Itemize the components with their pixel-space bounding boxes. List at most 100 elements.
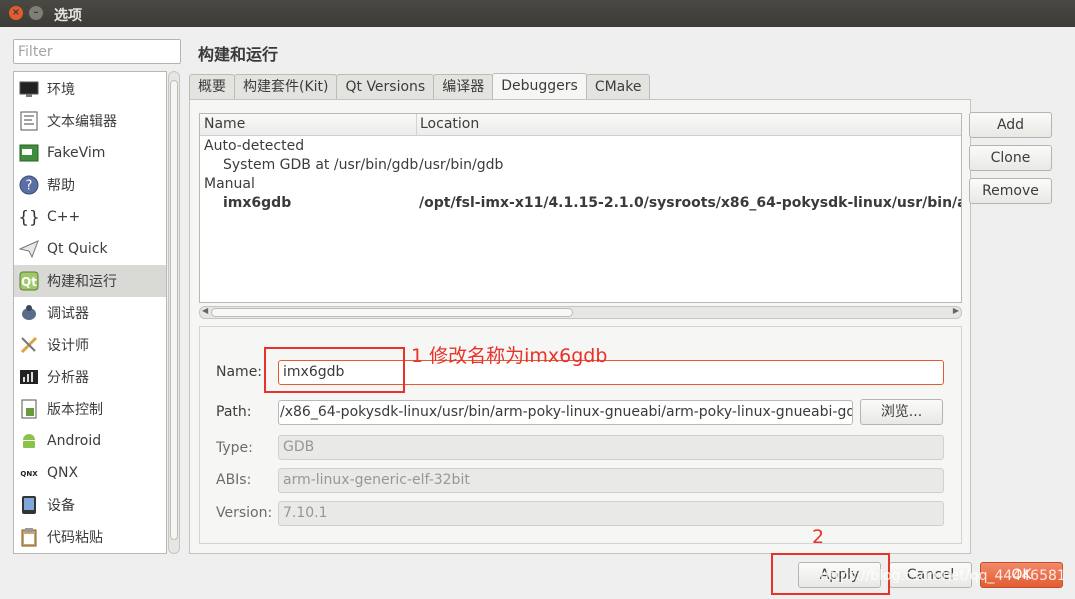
tab-bar: 概要 构建套件(Kit) Qt Versions 编译器 Debuggers C… [189,73,651,100]
row-name: imx6gdb [223,195,292,211]
android-icon [18,430,40,452]
help-icon: ? [18,174,40,196]
title-bar: × – 选项 [0,0,1075,27]
sidebar-item-version-control[interactable]: 版本控制 [14,393,166,425]
fakevim-icon [18,142,40,164]
version-control-icon [18,398,40,420]
sidebar-item-text-editor[interactable]: 文本编辑器 [14,105,166,137]
row-location: /usr/bin/gdb [419,157,504,173]
annotation-box-name [264,347,405,393]
designer-icon [18,334,40,356]
sidebar-item-code-paste[interactable]: 代码粘贴 [14,521,166,553]
tab-debuggers[interactable]: Debuggers [492,73,587,100]
sidebar-item-environment[interactable]: 环境 [14,73,166,105]
scrollbar-thumb[interactable] [211,308,573,317]
text-editor-icon [18,110,40,132]
type-label: Type: [216,440,253,456]
clone-button[interactable]: Clone [969,145,1052,171]
debugger-icon [18,302,40,324]
sidebar-item-label: 帮助 [47,178,75,194]
sidebar-item-label: 环境 [47,82,75,98]
sidebar-item-label: Android [47,433,102,449]
sidebar-item-android[interactable]: Android [14,425,166,457]
build-run-icon: Qt [18,270,40,292]
scroll-left-icon[interactable]: ◀ [202,306,208,315]
row-name: Auto-detected [204,138,305,154]
sidebar-item-devices[interactable]: 设备 [14,489,166,521]
column-header-location[interactable]: Location [420,116,479,132]
sidebar-item-fakevim[interactable]: FakeVim [14,137,166,169]
sidebar-item-qt-quick[interactable]: Qt Quick [14,233,166,265]
svg-text:{}: {} [19,208,39,227]
sidebar-item-qnx[interactable]: QNX QNX [14,457,166,489]
sidebar-item-label: QNX [47,465,79,481]
sidebar-item-label: Qt Quick [47,241,108,257]
monitor-icon [18,78,40,100]
sidebar-item-label: 文本编辑器 [47,114,117,130]
table-row[interactable]: System GDB at /usr/bin/gdb /usr/bin/gdb [200,157,961,176]
tab-overview[interactable]: 概要 [189,74,235,100]
row-name: System GDB at /usr/bin/gdb [223,157,419,173]
scroll-right-icon[interactable]: ▶ [953,306,959,315]
sidebar-item-label: 代码粘贴 [47,530,103,546]
remove-button[interactable]: Remove [969,178,1052,204]
type-field: GDB [278,435,944,460]
sidebar-item-label: 设计师 [47,338,89,354]
tab-cmake[interactable]: CMake [585,74,651,100]
table-row-selected[interactable]: imx6gdb /opt/fsl-imx-x11/4.1.15-2.1.0/sy… [200,195,961,214]
window-title: 选项 [54,8,82,24]
sidebar-item-label: 设备 [47,498,75,514]
table-horizontal-scrollbar[interactable]: ◀ ▶ [199,306,962,319]
minimize-window-icon[interactable]: – [29,6,43,20]
tab-qt-versions[interactable]: Qt Versions [336,74,435,100]
svg-text:?: ? [26,179,33,194]
version-field: 7.10.1 [278,501,944,526]
sidebar-item-designer[interactable]: 设计师 [14,329,166,361]
version-label: Version: [216,505,273,521]
sidebar-scrollbar[interactable] [168,71,180,554]
tab-kits[interactable]: 构建套件(Kit) [234,74,338,100]
scrollbar-thumb[interactable] [170,80,178,540]
sidebar-item-label: FakeVim [47,145,106,161]
add-button[interactable]: Add [969,112,1052,138]
abis-label: ABIs: [216,472,252,488]
page-title: 构建和运行 [198,45,279,64]
table-row-group[interactable]: Manual [200,176,961,195]
device-icon [18,494,40,516]
code-paste-icon [18,526,40,548]
sidebar-item-analyzer[interactable]: 分析器 [14,361,166,393]
path-field[interactable]: /x86_64-pokysdk-linux/usr/bin/arm-poky-l… [278,400,853,425]
name-label: Name: [216,364,263,380]
sidebar-item-label: 版本控制 [47,402,103,418]
sidebar-item-help[interactable]: ? 帮助 [14,169,166,201]
debugger-table[interactable]: Name Location Auto-detected System GDB a… [199,113,962,303]
watermark: https://blog.csdn.net/qq_44446581 [820,568,1066,584]
browse-button[interactable]: 浏览... [860,399,943,425]
svg-text:Qt: Qt [21,275,37,289]
svg-text:QNX: QNX [20,470,38,478]
annotation-step-1: 1 修改名称为imx6gdb [411,345,608,367]
close-window-icon[interactable]: × [9,6,23,20]
sidebar-item-debugger[interactable]: 调试器 [14,297,166,329]
paper-plane-icon [18,238,40,260]
qnx-icon: QNX [18,462,40,484]
column-header-name[interactable]: Name [204,116,245,132]
table-row-group[interactable]: Auto-detected [200,138,961,157]
filter-input[interactable] [13,39,181,64]
sidebar-item-label: C++ [47,209,81,225]
row-name: Manual [204,176,255,192]
path-label: Path: [216,404,252,420]
tab-compilers[interactable]: 编译器 [433,74,494,100]
sidebar-item-label: 分析器 [47,370,89,386]
annotation-step-2: 2 [812,526,825,548]
sidebar-item-label: 调试器 [47,306,89,322]
sidebar-item-label: 构建和运行 [47,274,117,290]
category-sidebar: 环境 文本编辑器 FakeVim ? 帮助 {} C++ Qt Quick Qt [13,71,167,554]
row-location: /opt/fsl-imx-x11/4.1.15-2.1.0/sysroots/x… [419,195,962,211]
braces-icon: {} [18,206,40,228]
analyzer-icon [18,366,40,388]
abis-field: arm-linux-generic-elf-32bit [278,468,944,493]
sidebar-item-cpp[interactable]: {} C++ [14,201,166,233]
sidebar-item-build-run[interactable]: Qt 构建和运行 [14,265,166,297]
table-header: Name Location [200,114,961,136]
